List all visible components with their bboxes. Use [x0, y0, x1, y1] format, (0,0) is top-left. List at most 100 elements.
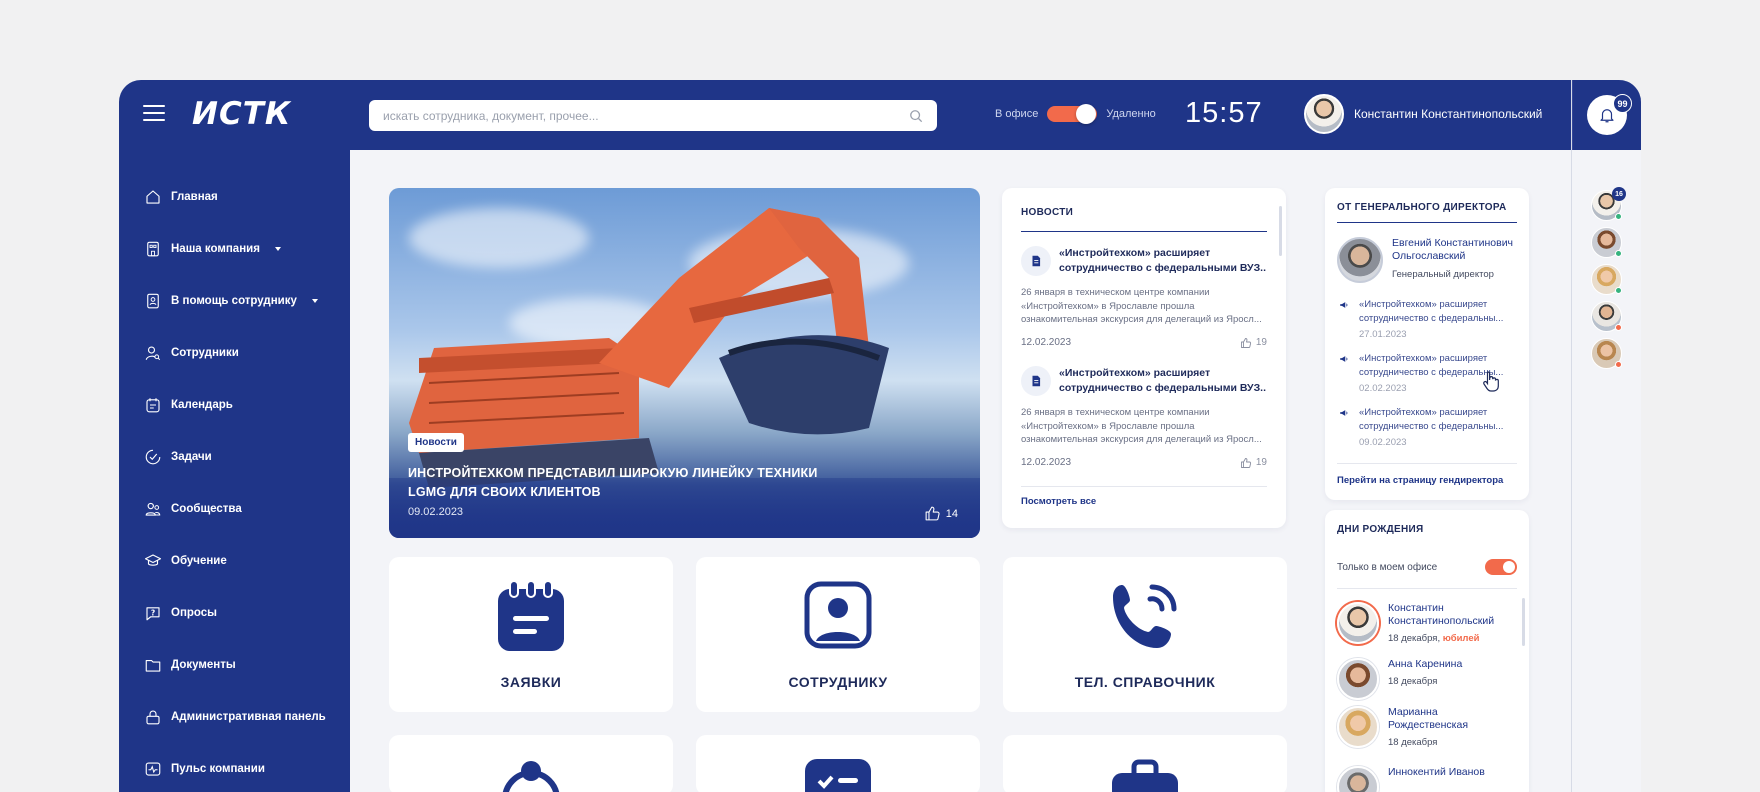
director-message[interactable]: «Инстройтехком» расширяет сотрудничество…	[1337, 406, 1517, 448]
online-user-avatar[interactable]	[1591, 227, 1622, 258]
director-avatar[interactable]	[1337, 237, 1383, 283]
director-message-date: 09.02.2023	[1359, 437, 1407, 448]
online-user-avatar[interactable]	[1591, 301, 1622, 332]
birthdays-scrollbar[interactable]	[1522, 598, 1525, 646]
sidebar-item-company-pulse[interactable]: Пульс компании	[144, 760, 265, 778]
office-filter: Только в моем офисе	[1337, 559, 1517, 575]
logo[interactable]: ИСТК	[192, 96, 291, 132]
sidebar-item-label: В помощь сотруднику	[171, 295, 297, 307]
sidebar-item-polls[interactable]: ? Опросы	[144, 604, 217, 622]
notifications-count: 99	[1613, 94, 1632, 113]
person-name[interactable]: Константин Константинопольский	[1388, 602, 1517, 628]
featured-news-title[interactable]: ИНСТРОЙТЕХКОМ ПРЕДСТАВИЛ ШИРОКУЮ ЛИНЕЙКУ…	[408, 464, 828, 502]
shortcut-tile[interactable]	[389, 735, 673, 792]
view-all-news-link[interactable]: Посмотреть все	[1021, 496, 1096, 507]
featured-news-likes[interactable]: 14	[924, 505, 958, 522]
phone-directory-tile[interactable]: ТЕЛ. СПРАВОЧНИК	[1003, 557, 1287, 712]
user-name[interactable]: Константин Константинопольский	[1354, 107, 1542, 121]
director-role: Генеральный директор	[1392, 269, 1494, 280]
birthday-item[interactable]: Марианна Рождественская 18 декабря	[1337, 706, 1517, 748]
director-panel: ОТ ГЕНЕРАЛЬНОГО ДИРЕКТОРА Евгений Конста…	[1325, 188, 1529, 500]
birthdays-panel-title: ДНИ РОЖДЕНИЯ	[1337, 524, 1424, 535]
director-message-text[interactable]: «Инстройтехком» расширяет сотрудничество…	[1359, 406, 1517, 433]
director-message[interactable]: «Инстройтехком» расширяет сотрудничество…	[1337, 298, 1517, 340]
birthday-item[interactable]: Анна Каренина 18 декабря	[1337, 658, 1517, 700]
person-avatar[interactable]	[1337, 766, 1379, 792]
sidebar-item-communities[interactable]: Сообщества	[144, 500, 242, 518]
sidebar-item-employees[interactable]: Сотрудники	[144, 344, 239, 362]
work-mode-toggle[interactable]	[1047, 104, 1098, 124]
shortcut-tile[interactable]	[1003, 735, 1287, 792]
search-bar[interactable]	[369, 100, 937, 131]
news-excerpt: 26 января в техническом центре компании …	[1021, 287, 1262, 325]
director-profile[interactable]: Евгений Константинович Ольгославский Ген…	[1337, 237, 1520, 283]
sidebar-item-label: Административная панель	[171, 711, 326, 723]
person-name[interactable]: Иннокентий Иванов	[1388, 766, 1485, 779]
chevron-down-icon[interactable]	[274, 247, 281, 251]
person-avatar[interactable]	[1337, 706, 1379, 748]
news-scrollbar[interactable]	[1279, 206, 1282, 256]
user-search-icon	[145, 346, 161, 361]
search-input[interactable]	[383, 108, 909, 123]
mode-remote-label: Удаленно	[1106, 108, 1156, 120]
sidebar-item-tasks[interactable]: Задачи	[144, 448, 212, 466]
birthday-date: 18 декабря,	[1388, 633, 1441, 644]
sidebar-item-label: Календарь	[171, 399, 233, 411]
news-item[interactable]: «Инстройтехком» расширяет сотрудничество…	[1021, 246, 1267, 349]
briefcase-icon	[1112, 759, 1178, 792]
sidebar-item-education[interactable]: Обучение	[144, 552, 227, 570]
sidebar-item-documents[interactable]: Документы	[144, 656, 236, 674]
person-name[interactable]: Марианна Рождественская	[1388, 706, 1517, 732]
featured-news-date: 09.02.2023	[408, 506, 464, 518]
sidebar: Главная Наша компания В помощь сотрудник…	[119, 150, 350, 792]
news-likes[interactable]: 19	[1240, 457, 1267, 469]
news-likes[interactable]: 19	[1240, 337, 1267, 349]
office-filter-toggle[interactable]	[1485, 559, 1517, 575]
news-headline[interactable]: «Инстройтехком» расширяет сотрудничество…	[1059, 246, 1267, 276]
phone-icon	[1113, 584, 1177, 648]
featured-news-banner[interactable]: Новости ИНСТРОЙТЕХКОМ ПРЕДСТАВИЛ ШИРОКУЮ…	[389, 188, 980, 538]
user-avatar[interactable]	[1304, 94, 1344, 134]
news-item[interactable]: «Инстройтехком» расширяет сотрудничество…	[1021, 366, 1267, 469]
menu-icon[interactable]	[143, 105, 165, 123]
requests-tile[interactable]: ЗАЯВКИ	[389, 557, 673, 712]
director-name[interactable]: Евгений Константинович Ольгославский	[1392, 237, 1520, 263]
person-avatar[interactable]	[1337, 658, 1379, 700]
news-excerpt: 26 января в техническом центре компании …	[1021, 407, 1262, 445]
news-headline[interactable]: «Инстройтехком» расширяет сотрудничество…	[1059, 366, 1267, 396]
sidebar-item-employee-help[interactable]: В помощь сотруднику	[144, 292, 318, 310]
birthday-date: 18 декабря	[1388, 737, 1438, 748]
user-profile[interactable]: Константин Константинопольский	[1304, 94, 1542, 134]
sidebar-item-label: Главная	[171, 191, 218, 203]
person-name[interactable]: Анна Каренина	[1388, 658, 1462, 671]
employee-tile[interactable]: СОТРУДНИКУ	[696, 557, 980, 712]
thumbs-up-icon	[925, 506, 940, 521]
sidebar-item-label: Сотрудники	[171, 347, 239, 359]
sidebar-item-company[interactable]: Наша компания	[144, 240, 281, 258]
sidebar-item-calendar[interactable]: Календарь	[144, 396, 233, 414]
shortcut-tile[interactable]	[696, 735, 980, 792]
online-user-avatar[interactable]: 16	[1591, 187, 1626, 221]
news-category-badge[interactable]: Новости	[408, 433, 464, 452]
online-user-avatar[interactable]	[1591, 338, 1622, 369]
director-message-text[interactable]: «Инстройтехком» расширяет сотрудничество…	[1359, 298, 1517, 325]
sidebar-item-home[interactable]: Главная	[144, 188, 218, 206]
birthday-item[interactable]: Иннокентий Иванов	[1337, 766, 1517, 792]
sidebar-item-label: Опросы	[171, 607, 218, 619]
sidebar-item-label: Документы	[171, 659, 236, 671]
chevron-down-icon[interactable]	[311, 299, 318, 303]
community-icon	[145, 502, 161, 516]
graduation-icon	[144, 554, 162, 566]
sidebar-item-label: Пульс компании	[171, 763, 265, 775]
online-user-avatar[interactable]	[1591, 264, 1622, 295]
director-message-date: 27.01.2023	[1359, 329, 1407, 340]
search-icon[interactable]	[909, 109, 923, 123]
person-avatar[interactable]	[1337, 602, 1379, 644]
birthday-item[interactable]: Константин Константинопольский 18 декабря…	[1337, 602, 1517, 644]
building-icon	[147, 241, 159, 257]
pulse-icon	[145, 762, 161, 776]
megaphone-icon	[1340, 302, 1348, 308]
sidebar-item-admin-panel[interactable]: Административная панель	[144, 708, 326, 726]
likes-count: 14	[945, 507, 958, 520]
director-page-link[interactable]: Перейти на страницу гендиректора	[1337, 475, 1503, 486]
